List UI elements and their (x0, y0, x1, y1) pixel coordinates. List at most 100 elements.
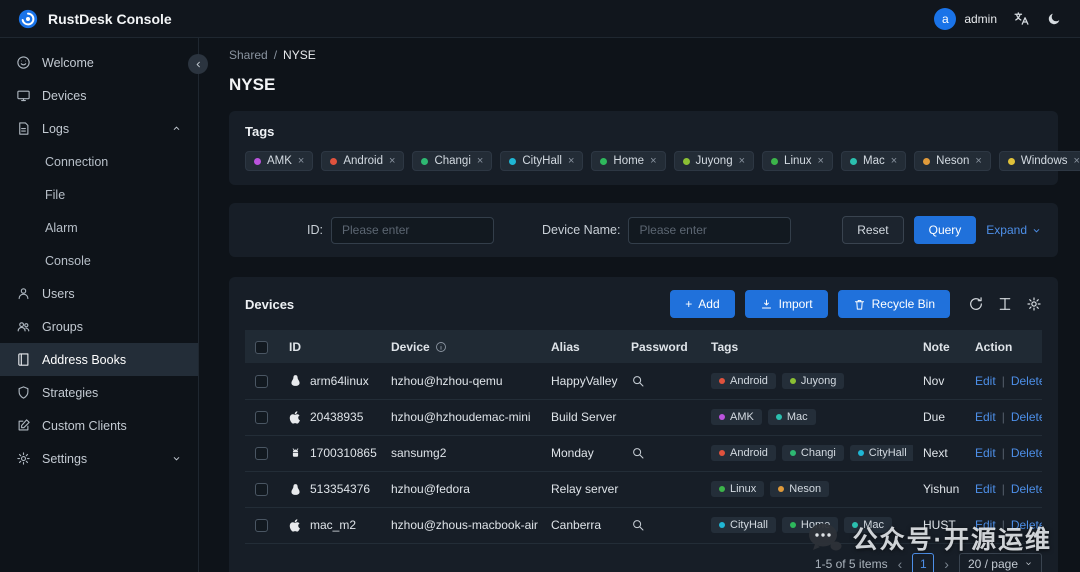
col-header-alias[interactable]: Alias (541, 330, 621, 363)
sidebar-item-address-books[interactable]: Address Books (0, 343, 198, 376)
page-size-select[interactable]: 20 / page (959, 553, 1042, 572)
device-hostname: hzhou@fedora (381, 471, 541, 507)
table-row[interactable]: mac_m2 hzhou@zhous-macbook-air Canberra … (245, 507, 1042, 543)
row-checkbox[interactable] (255, 375, 268, 388)
sidebar-item-connection[interactable]: Connection (0, 145, 198, 178)
tag-chip[interactable]: Linux× (762, 151, 833, 171)
device-name-filter-input[interactable] (628, 217, 791, 244)
tag-remove-icon[interactable]: × (1074, 156, 1080, 167)
edit-link[interactable]: Edit (975, 374, 996, 388)
sidebar-item-file[interactable]: File (0, 178, 198, 211)
tag-color-dot (600, 158, 607, 165)
tag-remove-icon[interactable]: × (477, 156, 483, 167)
device-note: HUST (913, 507, 965, 543)
tag-remove-icon[interactable]: × (389, 156, 395, 167)
dark-mode-moon-icon[interactable] (1046, 11, 1062, 27)
tag-chip[interactable]: Changi× (412, 151, 492, 171)
tag-chip[interactable]: AMK× (245, 151, 313, 171)
select-all-checkbox[interactable] (255, 341, 268, 354)
sidebar-item-label: Welcome (42, 56, 182, 70)
view-password-icon[interactable] (631, 446, 691, 460)
delete-link[interactable]: Delete (1011, 482, 1042, 496)
edit-link[interactable]: Edit (975, 482, 996, 496)
tag-color-dot (771, 158, 778, 165)
tag-chip[interactable]: Android× (321, 151, 404, 171)
sidebar-item-console[interactable]: Console (0, 244, 198, 277)
device-alias: HappyValley (541, 363, 621, 399)
tag-remove-icon[interactable]: × (891, 156, 897, 167)
col-header-password[interactable]: Password (621, 330, 701, 363)
col-header-id[interactable]: ID (279, 330, 381, 363)
delete-link[interactable]: Delete (1011, 410, 1042, 424)
sidebar-item-settings[interactable]: Settings (0, 442, 198, 475)
tag-chip[interactable]: Neson× (914, 151, 991, 171)
col-header-device[interactable]: Device (381, 330, 541, 363)
tag-remove-icon[interactable]: × (818, 156, 824, 167)
row-tag: Mac (768, 409, 816, 425)
row-height-icon[interactable] (997, 296, 1013, 312)
tag-chip[interactable]: Mac× (841, 151, 906, 171)
row-checkbox[interactable] (255, 447, 268, 460)
row-checkbox[interactable] (255, 483, 268, 496)
edit-link[interactable]: Edit (975, 518, 996, 532)
tag-chip[interactable]: CityHall× (500, 151, 583, 171)
delete-link[interactable]: Delete (1011, 374, 1042, 388)
device-id: 1700310865 (310, 446, 377, 460)
page-number-button[interactable]: 1 (912, 553, 934, 572)
user-name[interactable]: admin (964, 12, 997, 26)
tag-color-dot (254, 158, 261, 165)
edit-link[interactable]: Edit (975, 410, 996, 424)
tag-remove-icon[interactable]: × (568, 156, 574, 167)
refresh-icon[interactable] (968, 296, 984, 312)
view-password-icon[interactable] (631, 518, 691, 532)
reset-button[interactable]: Reset (842, 216, 903, 244)
add-device-button[interactable]: + Add (670, 290, 734, 318)
col-header-note[interactable]: Note (913, 330, 965, 363)
table-row[interactable]: 20438935 hzhou@hzhoudemac-mini Build Ser… (245, 399, 1042, 435)
tag-chip[interactable]: Juyong× (674, 151, 755, 171)
sidebar-item-alarm[interactable]: Alarm (0, 211, 198, 244)
next-page-button[interactable]: › (944, 556, 949, 572)
col-header-tags[interactable]: Tags (701, 330, 913, 363)
tag-remove-icon[interactable]: × (298, 156, 304, 167)
tag-remove-icon[interactable]: × (739, 156, 745, 167)
prev-page-button[interactable]: ‹ (898, 556, 903, 572)
sidebar-item-custom-clients[interactable]: Custom Clients (0, 409, 198, 442)
query-button[interactable]: Query (914, 216, 977, 244)
tag-chip[interactable]: Windows× (999, 151, 1080, 171)
info-icon (435, 341, 447, 353)
sidebar-collapse-button[interactable] (188, 54, 208, 74)
sidebar-item-groups[interactable]: Groups (0, 310, 198, 343)
tag-color-dot (776, 414, 782, 420)
pagination-summary: 1-5 of 5 items (815, 557, 888, 571)
sidebar-item-logs[interactable]: Logs (0, 112, 198, 145)
table-row[interactable]: 1700310865 sansumg2 Monday Android Chang… (245, 435, 1042, 471)
tag-chip[interactable]: Home× (591, 151, 665, 171)
column-settings-gear-icon[interactable] (1026, 296, 1042, 312)
sidebar-item-users[interactable]: Users (0, 277, 198, 310)
app-title: RustDesk Console (48, 11, 172, 27)
view-password-icon[interactable] (631, 374, 691, 388)
language-icon[interactable] (1013, 10, 1030, 27)
table-row[interactable]: 513354376 hzhou@fedora Relay server Linu… (245, 471, 1042, 507)
delete-link[interactable]: Delete (1011, 446, 1042, 460)
row-checkbox[interactable] (255, 411, 268, 424)
row-checkbox[interactable] (255, 519, 268, 532)
breadcrumb-parent[interactable]: Shared (229, 48, 268, 62)
delete-link[interactable]: Delete (1011, 518, 1042, 532)
tag-remove-icon[interactable]: × (975, 156, 981, 167)
id-filter-input[interactable] (331, 217, 494, 244)
expand-toggle[interactable]: Expand (986, 223, 1042, 237)
edit-link[interactable]: Edit (975, 446, 996, 460)
sidebar-item-devices[interactable]: Devices (0, 79, 198, 112)
device-hostname: hzhou@zhous-macbook-air (381, 507, 541, 543)
sidebar-item-welcome[interactable]: Welcome (0, 46, 198, 79)
device-note: Yishun (913, 471, 965, 507)
tag-remove-icon[interactable]: × (650, 156, 656, 167)
recycle-bin-button[interactable]: Recycle Bin (838, 290, 950, 318)
import-button[interactable]: Import (745, 290, 828, 318)
row-tag: Mac (844, 517, 892, 533)
avatar[interactable]: a (934, 8, 956, 30)
table-row[interactable]: arm64linux hzhou@hzhou-qemu HappyValley … (245, 363, 1042, 399)
sidebar-item-strategies[interactable]: Strategies (0, 376, 198, 409)
